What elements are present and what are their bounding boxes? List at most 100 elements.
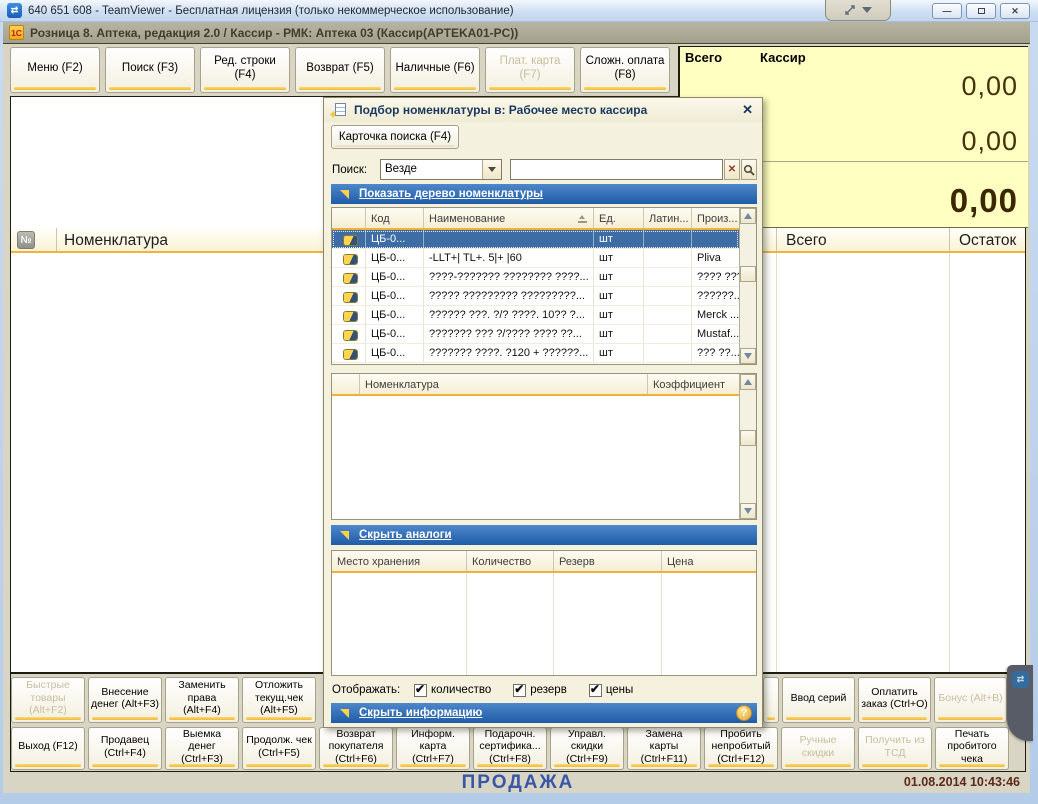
run-search-button[interactable] <box>741 159 757 180</box>
postpone-receipt-button[interactable]: Отложить текущ.чек (Alt+F5) <box>242 677 316 723</box>
quantity-checkbox[interactable] <box>414 684 427 697</box>
collapse-triangle-icon[interactable] <box>340 709 349 718</box>
products-table: Код Наименование Ед. Латин... Произ... Ц… <box>331 207 757 365</box>
enter-series-button[interactable]: Ввод серий <box>782 677 855 723</box>
screen: ⇄ 640 651 608 - TeamViewer - Бесплатная … <box>0 0 1038 804</box>
close-button[interactable]: ✕ <box>1000 3 1030 19</box>
header-name[interactable]: Наименование <box>424 208 594 228</box>
clear-search-button[interactable]: ✕ <box>724 159 740 180</box>
cash-out-button[interactable]: Выемка денег (Ctrl+F3) <box>165 727 239 770</box>
header-unit[interactable]: Ед. <box>594 208 644 228</box>
header-latin[interactable]: Латин... <box>644 208 692 228</box>
complex-payment-button[interactable]: Сложн. оплата (F8) <box>580 47 670 93</box>
menu-button[interactable]: Меню (F2) <box>10 47 100 93</box>
scroll-up-icon[interactable] <box>740 374 756 390</box>
punch-unpunched-button[interactable]: Пробить непробитый (Ctrl+F12) <box>704 727 778 770</box>
analogs-scrollbar[interactable] <box>739 374 756 519</box>
seller-button[interactable]: Продавец (Ctrl+F4) <box>88 727 162 770</box>
print-punched-receipt-button[interactable]: Печать пробитого чека <box>935 727 1009 770</box>
teamviewer-session-tab[interactable] <box>825 0 891 21</box>
gift-certificate-button[interactable]: Подарочн. сертифика... (Ctrl+F8) <box>473 727 547 770</box>
dialog-form-icon: ✦ <box>331 103 346 118</box>
scroll-thumb[interactable] <box>740 266 756 282</box>
hide-analogs-link[interactable]: Скрыть аналоги <box>359 529 452 541</box>
table-row[interactable]: ЦБ-0... ????? ????????? ?????????... шт … <box>332 287 739 306</box>
teamviewer-grip[interactable]: ⇄ <box>1007 665 1033 741</box>
hide-info-bar: Скрыть информацию ? <box>331 703 757 723</box>
scroll-down-icon[interactable] <box>740 348 756 364</box>
stock-table: Место хранения Количество Резерв Цена <box>331 550 757 676</box>
table-row[interactable]: ЦБ-0... шт <box>332 230 739 249</box>
table-row[interactable]: ЦБ-0... ??????? ????. ?120 + ??????... ш… <box>332 344 739 363</box>
maximize-button[interactable] <box>966 3 996 19</box>
table-row[interactable]: ЦБ-0... -LLT+| TL+. 5|+ |60 шт Pliva <box>332 249 739 268</box>
search-button[interactable]: Поиск (F3) <box>105 47 195 93</box>
item-tag-icon <box>344 312 357 321</box>
scroll-up-icon[interactable] <box>740 208 756 224</box>
search-input[interactable] <box>510 159 723 180</box>
continue-receipt-button[interactable]: Продолж. чек (Ctrl+F5) <box>242 727 316 770</box>
table-row[interactable]: ЦБ-0... ????-??????? ???????? ????... шт… <box>332 268 739 287</box>
status-bar: ПРОДАЖА 01.08.2014 10:43:46 <box>10 772 1026 792</box>
table-row[interactable]: ЦБ-0... ??????? ??? ?/???? ???? ??... шт… <box>332 325 739 344</box>
search-card-button[interactable]: Карточка поиска (F4) <box>331 125 459 149</box>
info-card-button[interactable]: Информ. карта (Ctrl+F7) <box>396 727 470 770</box>
maximize-icon <box>978 8 985 14</box>
scroll-thumb[interactable] <box>740 430 756 446</box>
nomenclature-picker-dialog: ✦ Подбор номенклатуры в: Рабочее место к… <box>323 97 763 728</box>
header-producer[interactable]: Произ... <box>692 208 739 228</box>
search-row: Поиск: Везде ✕ <box>332 159 757 180</box>
bottom-row2: Выход (F12) Продавец (Ctrl+F4) Выемка де… <box>11 727 1009 770</box>
table-row[interactable]: ЦБ-0... ?????? ???. ?/? ????. 10?? ?... … <box>332 306 739 325</box>
minimize-button[interactable]: — <box>932 3 962 19</box>
cash-button[interactable]: Наличные (F6) <box>390 47 480 93</box>
prices-checkbox[interactable] <box>589 684 602 697</box>
hide-analogs-bar: Скрыть аналоги <box>331 525 757 545</box>
header-coefficient[interactable]: Коэффициент <box>648 374 739 394</box>
header-reserve[interactable]: Резерв <box>554 551 662 571</box>
change-rights-button[interactable]: Заменить права (Alt+F4) <box>165 677 239 723</box>
datetime-label: 01.08.2014 10:43:46 <box>904 775 1020 789</box>
scroll-down-icon[interactable] <box>740 503 756 519</box>
stock-table-header: Место хранения Количество Резерв Цена <box>332 551 756 573</box>
amount-line1: 0,00 <box>961 71 1018 102</box>
pay-order-button[interactable]: Оплатить заказ (Ctrl+O) <box>858 677 931 723</box>
customer-return-button[interactable]: Возврат покупателя (Ctrl+F6) <box>319 727 393 770</box>
header-location[interactable]: Место хранения <box>332 551 467 571</box>
hide-info-link[interactable]: Скрыть информацию <box>359 707 482 719</box>
dialog-close-icon[interactable]: ✕ <box>742 102 753 118</box>
header-quantity[interactable]: Количество <box>467 551 554 571</box>
collapse-triangle-icon[interactable] <box>340 531 349 540</box>
show-tree-link[interactable]: Показать дерево номенклатуры <box>359 188 543 200</box>
dropdown-arrow-icon[interactable] <box>482 160 501 179</box>
products-scrollbar[interactable] <box>739 208 756 364</box>
chevron-down-icon[interactable] <box>862 7 872 13</box>
teamviewer-title: 640 651 608 - TeamViewer - Бесплатная ли… <box>28 5 514 17</box>
search-scope-combobox[interactable]: Везде <box>380 159 502 180</box>
cash-in-button[interactable]: Внесение денег (Alt+F3) <box>88 677 162 723</box>
edit-line-button[interactable]: Ред. строки (F4) <box>200 47 290 93</box>
collapse-triangle-icon[interactable] <box>340 190 349 199</box>
header-nomenclature[interactable]: Номенклатура <box>360 374 648 394</box>
header-code[interactable]: Код <box>366 208 424 228</box>
reserve-checkbox[interactable] <box>513 684 526 697</box>
partially-visible-button[interactable] <box>763 677 779 723</box>
help-icon[interactable]: ? <box>736 705 752 721</box>
header-price[interactable]: Цена <box>662 551 756 571</box>
item-tag-icon <box>344 236 357 245</box>
column-total: Всего <box>786 232 827 250</box>
item-tag-icon <box>344 350 357 359</box>
show-tree-bar: Показать дерево номенклатуры <box>331 184 757 204</box>
exit-button[interactable]: Выход (F12) <box>11 727 85 770</box>
teamviewer-grip-icon: ⇄ <box>1012 671 1029 688</box>
manage-discounts-button[interactable]: Управл. скидки (Ctrl+F9) <box>550 727 624 770</box>
replace-card-button[interactable]: Замена карты (Ctrl+F11) <box>627 727 701 770</box>
bonus-button: Бонус (Alt+B) <box>934 677 1007 723</box>
get-from-tsd-button: Получить из ТСД <box>858 727 932 770</box>
cashier-label: Кассир <box>760 50 806 65</box>
app-title: Розница 8. Аптека, редакция 2.0 / Кассир… <box>30 26 518 40</box>
return-button[interactable]: Возврат (F5) <box>295 47 385 93</box>
item-tag-icon <box>344 293 357 302</box>
expand-icon[interactable] <box>844 4 856 16</box>
dialog-titlebar: ✦ Подбор номенклатуры в: Рабочее место к… <box>324 98 762 122</box>
